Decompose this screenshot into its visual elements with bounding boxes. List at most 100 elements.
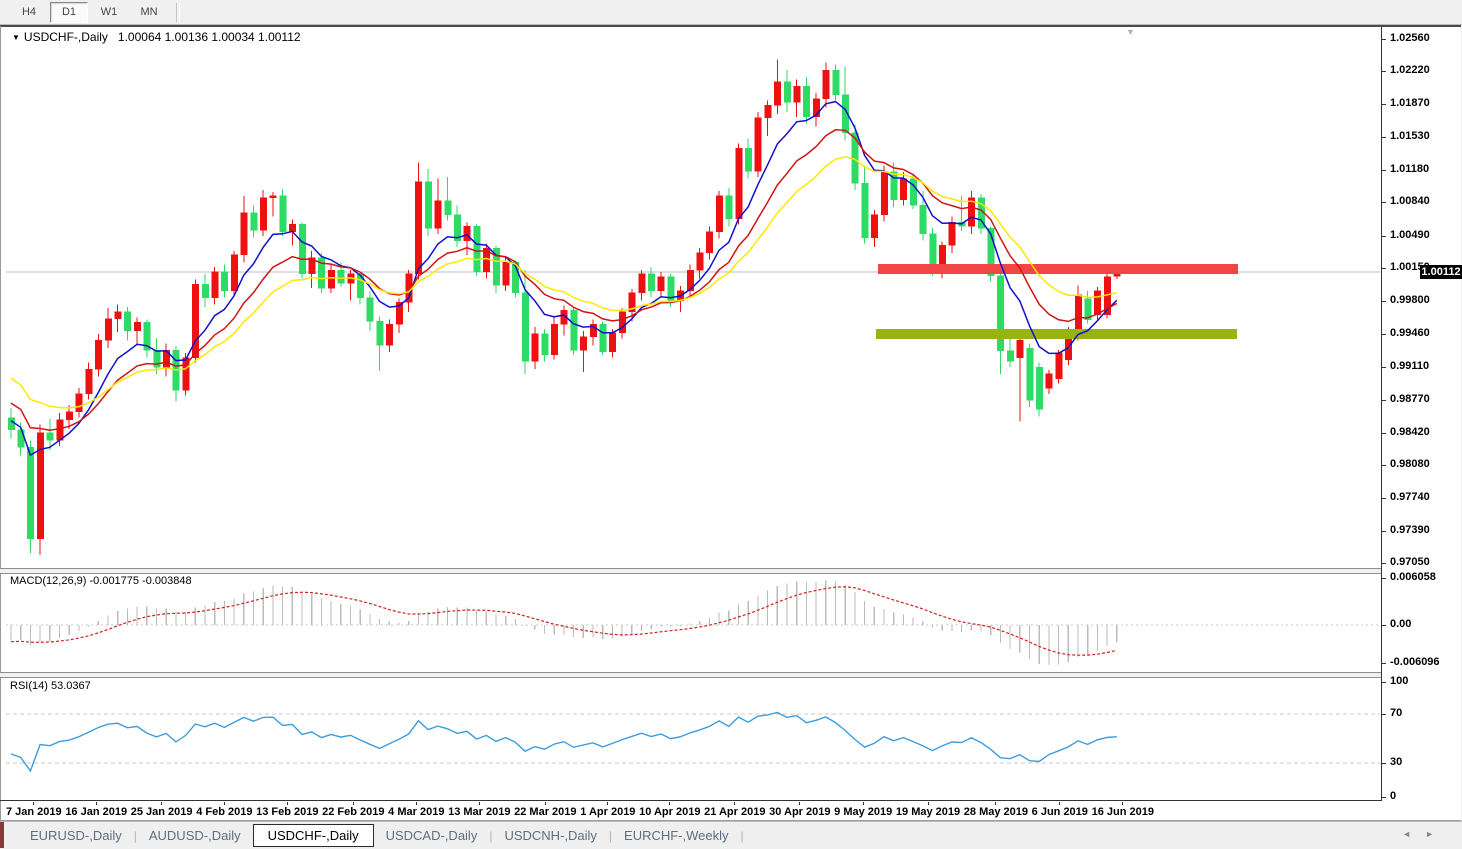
price-axis-tick [1382, 137, 1386, 138]
bull-candle [115, 312, 122, 319]
rsi-pane[interactable] [6, 677, 1380, 801]
window-grip [0, 822, 4, 848]
rsi-indicator-label: RSI(14) 53.0367 [10, 680, 91, 692]
bear-candle [833, 70, 840, 95]
indicator-axis-tick [1382, 625, 1386, 626]
period-button-d1[interactable]: D1 [50, 2, 88, 23]
bull-candle [231, 255, 238, 291]
bear-candle [8, 418, 15, 430]
shift-end-marker-icon[interactable]: ▼ [1126, 27, 1135, 37]
bear-candle [425, 182, 432, 229]
price-axis-tick [1382, 563, 1386, 564]
bear-candle [648, 274, 655, 291]
bull-candle [871, 215, 878, 238]
chart-tab-bar: EURUSD-,Daily | AUDUSD-,DailyUSDCHF-,Daily… [0, 821, 1462, 849]
macd-signal-line [11, 587, 1117, 655]
date-axis-label: 4 Mar 2019 [388, 802, 444, 820]
price-axis-label: 1.02560 [1390, 32, 1430, 44]
indicator-axis-label: 0.006058 [1390, 571, 1436, 583]
date-axis[interactable]: 7 Jan 201916 Jan 201925 Jan 20194 Feb 20… [6, 802, 1154, 820]
bear-candle [522, 293, 529, 362]
bull-candle [823, 70, 830, 99]
chart-ohlc-values: 1.00064 1.00136 1.00034 1.00112 [118, 30, 301, 44]
bull-candle [658, 277, 665, 291]
price-axis-tick [1382, 498, 1386, 499]
bear-candle [47, 433, 54, 441]
bull-candle [86, 369, 93, 394]
bear-candle [299, 224, 306, 274]
price-chart-pane[interactable] [6, 33, 1380, 568]
bull-candle [76, 394, 83, 412]
date-axis-label: 4 Feb 2019 [196, 802, 252, 820]
price-axis-label: 1.01870 [1390, 97, 1430, 109]
price-axis-tick [1382, 465, 1386, 466]
macd-indicator-label: MACD(12,26,9) -0.001775 -0.003848 [10, 575, 192, 587]
tab-separator: | [741, 829, 744, 843]
bull-candle [57, 420, 64, 441]
period-button-h4[interactable]: H4 [10, 2, 48, 23]
bull-candle [881, 172, 888, 215]
bear-candle [862, 183, 869, 237]
bear-candle [920, 205, 927, 234]
date-axis-label: 16 Jun 2019 [1092, 802, 1154, 820]
chart-dropdown-icon[interactable]: ▼ [12, 33, 20, 42]
bear-candle [124, 312, 130, 331]
price-axis-tick [1382, 170, 1386, 171]
price-axis-label: 1.00840 [1390, 195, 1430, 207]
price-axis-tick [1382, 104, 1386, 105]
bear-candle [600, 324, 607, 352]
date-axis-label: 21 Apr 2019 [704, 802, 765, 820]
bull-candle [794, 86, 801, 102]
bull-candle [270, 196, 277, 198]
bull-candle [716, 196, 723, 232]
period-button-mn[interactable]: MN [130, 2, 168, 23]
bull-candle [328, 270, 335, 288]
bear-candle [997, 276, 1004, 351]
bear-candle [221, 272, 228, 291]
date-axis-label: 13 Mar 2019 [448, 802, 510, 820]
date-axis-label: 22 Mar 2019 [514, 802, 576, 820]
ma-fast-line [11, 102, 1117, 456]
bull-candle [706, 232, 713, 253]
indicator-axis-label: 100 [1390, 675, 1408, 687]
tab-usdchf-daily[interactable]: USDCHF-,Daily [253, 824, 374, 847]
date-axis-label: 9 May 2019 [834, 802, 892, 820]
price-axis-label: 0.97390 [1390, 524, 1430, 536]
tab-usdcnh-daily[interactable]: USDCNH-,Daily [492, 824, 608, 847]
bear-candle [1027, 348, 1034, 400]
indicator-axis-tick [1382, 682, 1386, 683]
tab-scroll-left-icon[interactable]: ◄ [1402, 829, 1425, 839]
period-button-w1[interactable]: W1 [90, 2, 128, 23]
bull-candle [949, 222, 956, 245]
price-axis-label: 1.00490 [1390, 229, 1430, 241]
date-axis-label: 1 Apr 2019 [580, 802, 635, 820]
bull-candle [212, 272, 219, 298]
tab-scroll-right-icon[interactable]: ► [1425, 829, 1448, 839]
indicator-axis-tick [1382, 763, 1386, 764]
price-axis-tick [1382, 301, 1386, 302]
bull-candle [736, 148, 743, 218]
indicator-axis-label: 70 [1390, 707, 1402, 719]
tab-eurchf-weekly[interactable]: EURCHF-,Weekly [612, 824, 741, 847]
bull-candle [639, 274, 646, 293]
price-axis-label: 0.98420 [1390, 426, 1430, 438]
tab-audusd-daily[interactable]: AUDUSD-,Daily [137, 824, 253, 847]
price-axis-label: 1.01530 [1390, 130, 1430, 142]
bull-candle [95, 340, 102, 369]
bear-candle [445, 201, 452, 215]
date-axis-label: 19 May 2019 [896, 802, 960, 820]
bull-candle [697, 253, 704, 270]
bear-candle [1007, 351, 1014, 361]
rsi-value: 53.0367 [51, 680, 91, 692]
bull-candle [415, 182, 422, 274]
date-axis-label: 7 Jan 2019 [6, 802, 62, 820]
toolbar-separator [176, 3, 180, 22]
bull-candle [192, 284, 199, 357]
bear-candle [202, 284, 209, 297]
tab-usdcad-daily[interactable]: USDCAD-,Daily [374, 824, 490, 847]
tab-eurusd-daily[interactable]: EURUSD-,Daily [18, 824, 134, 847]
chart-bottom-border [0, 800, 1381, 801]
indicator-axis-tick [1382, 663, 1386, 664]
indicator-axis-label: 0 [1390, 790, 1396, 802]
macd-pane[interactable] [6, 572, 1380, 672]
